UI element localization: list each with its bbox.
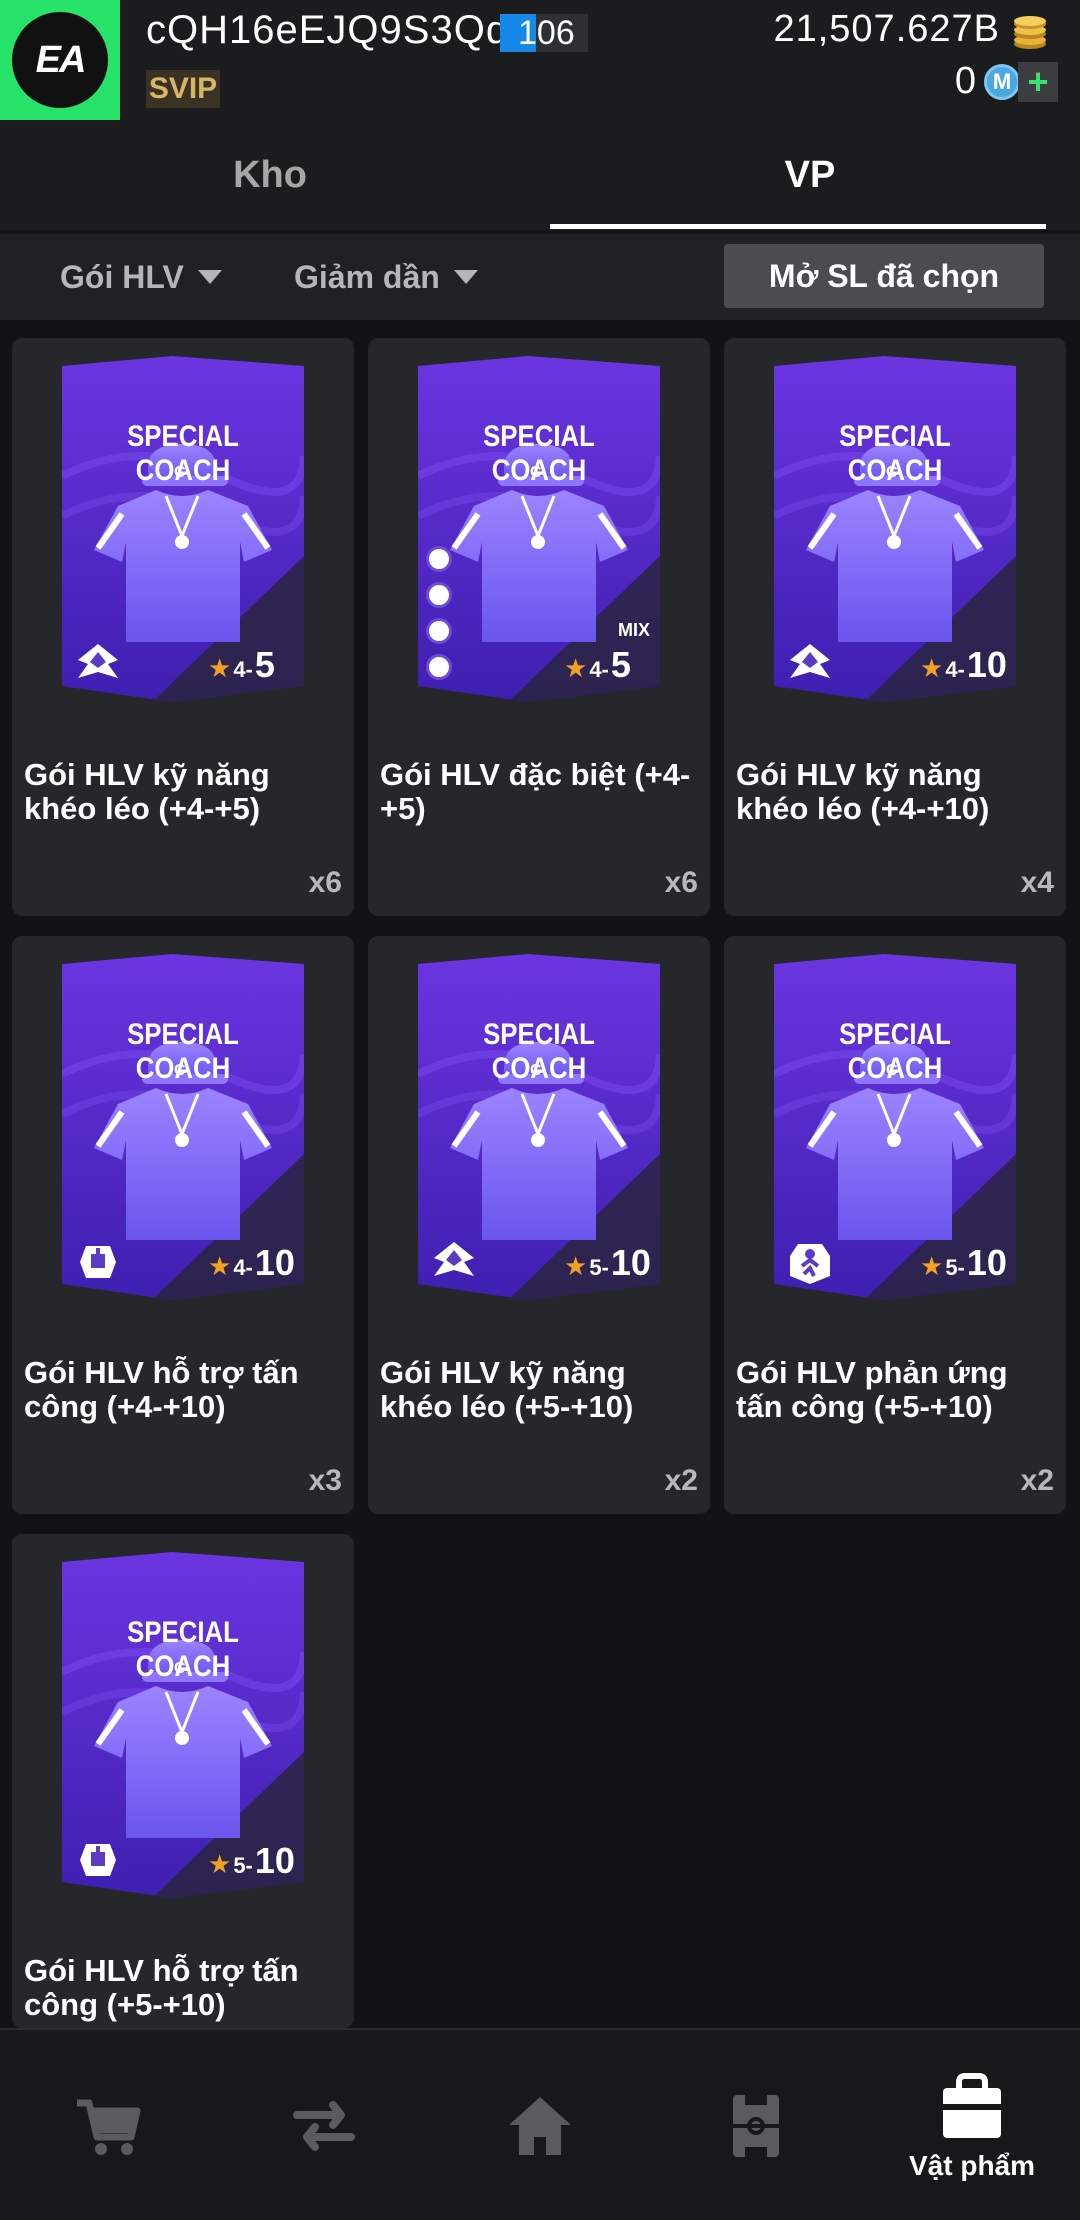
nav-items-label: Vật phẩm xyxy=(908,2150,1036,2181)
range-min: 4- xyxy=(589,657,609,682)
item-name: Gói HLV đặc biệt (+4-+5) xyxy=(380,757,691,826)
item-card[interactable]: SPECIAL COACH C ★ 5- 10 Gói HLV hỗ trợ tấn cô… xyxy=(12,1534,354,2028)
attack-reaction-icon xyxy=(790,1244,830,1284)
m-coin-icon: M xyxy=(984,64,1020,100)
nav-transfer[interactable] xyxy=(216,2030,432,2220)
home-icon xyxy=(509,2097,571,2155)
m-coin-balance: 0 xyxy=(954,60,976,102)
username: cQH16eEJQ9S3Qq xyxy=(146,8,510,52)
transfer-icon xyxy=(293,2101,355,2151)
cap-letter: C xyxy=(174,464,186,481)
cap-letter: C xyxy=(886,1062,898,1079)
range-max: 5 xyxy=(610,644,631,685)
range-min: 5- xyxy=(233,1853,253,1878)
mixed-skills-icon xyxy=(426,546,452,690)
range-min: 5- xyxy=(945,1255,965,1280)
dribble-skill-icon xyxy=(434,1242,474,1276)
range-max: 5 xyxy=(254,644,275,685)
nav-items[interactable]: Vật phẩm xyxy=(864,2030,1080,2220)
cap-letter: C xyxy=(174,1062,186,1079)
star-icon: ★ xyxy=(920,653,944,683)
upgrade-range: ★ 5- 10 xyxy=(920,1242,1007,1284)
bag-icon xyxy=(943,2073,1001,2138)
dribble-skill-icon xyxy=(790,644,830,678)
ea-logo-text: EA xyxy=(12,12,108,108)
item-card[interactable]: SPECIAL COACH C ★ 4- 5 Gói HLV kỹ năng khéo l… xyxy=(12,338,354,916)
type-filter-label: Gói HLV xyxy=(60,258,184,295)
range-max: 10 xyxy=(254,1242,295,1283)
star-icon: ★ xyxy=(208,653,232,683)
range-max: 10 xyxy=(254,1840,295,1881)
cart-icon xyxy=(77,2099,141,2155)
star-icon: ★ xyxy=(564,653,588,683)
item-count: x4 xyxy=(1020,866,1054,899)
item-card[interactable]: SPECIAL COACH C ★ 4- 10 Gói HLV hỗ trợ tấn cô… xyxy=(12,936,354,1514)
attack-support-icon xyxy=(80,1246,116,1278)
chevron-down-icon xyxy=(453,270,478,284)
tab-kho[interactable]: Kho xyxy=(0,120,540,230)
item-name: Gói HLV kỹ năng khéo léo (+4-+10) xyxy=(736,757,990,826)
cap-letter: C xyxy=(174,1660,186,1677)
range-min: 4- xyxy=(233,1255,253,1280)
item-count: x6 xyxy=(308,866,342,899)
dribble-skill-icon xyxy=(78,644,118,678)
vip-badge: SVIP xyxy=(146,70,220,108)
type-filter-dropdown[interactable]: Gói HLV xyxy=(60,234,222,320)
coin-balance: 21,507.627B xyxy=(773,8,1000,50)
item-count: x2 xyxy=(1020,1464,1054,1497)
chevron-down-icon xyxy=(197,270,222,284)
range-max: 10 xyxy=(966,1242,1007,1283)
item-name: Gói HLV kỹ năng khéo léo (+5-+10) xyxy=(380,1355,634,1424)
item-count: x2 xyxy=(664,1464,698,1497)
upgrade-range: ★ 4- 10 xyxy=(208,1242,295,1284)
item-count: x3 xyxy=(308,1464,342,1497)
level-value: 106 xyxy=(518,14,575,52)
upgrade-range: ★ 4- 5 xyxy=(564,644,631,686)
sort-label: Giảm dần xyxy=(294,258,440,295)
star-icon: ★ xyxy=(564,1251,588,1281)
top-header: EA cQH16eEJQ9S3Qq 106 SVIP 21,507.627B 0… xyxy=(0,0,1080,120)
coin-stack-icon xyxy=(1014,16,1046,49)
item-name: Gói HLV hỗ trợ tấn công (+5-+10) xyxy=(24,1953,299,2022)
item-name: Gói HLV hỗ trợ tấn công (+4-+10) xyxy=(24,1355,299,1424)
ea-logo[interactable]: EA xyxy=(0,0,120,120)
star-icon: ★ xyxy=(208,1251,232,1281)
item-card[interactable]: SPECIAL COACH C ★ 5- 10 Gói HLV kỹ năng khéo … xyxy=(368,936,710,1514)
item-count: x6 xyxy=(664,866,698,899)
active-tab-indicator xyxy=(550,224,1046,229)
filter-bar: Gói HLV Giảm dần Mở SL đã chọn xyxy=(0,234,1080,320)
item-card[interactable]: SPECIAL COACH C MIX ★ 4- 5 Gói HLV đặc biệt (+… xyxy=(368,338,710,916)
cap-letter: C xyxy=(886,464,898,481)
cap-letter: C xyxy=(530,464,542,481)
mix-label: MIX xyxy=(618,620,651,640)
bottom-navigation: Vật phẩm xyxy=(0,2028,1080,2220)
tab-vp[interactable]: VP xyxy=(540,120,1080,230)
upgrade-range: ★ 5- 10 xyxy=(208,1840,295,1882)
item-card[interactable]: SPECIAL COACH C ★ 5- 10 Gói HLV phản ứng tấn … xyxy=(724,936,1066,1514)
nav-squad[interactable] xyxy=(648,2030,864,2220)
inventory-tabs: Kho VP xyxy=(0,120,1080,230)
attack-support-icon xyxy=(80,1844,116,1876)
range-min: 4- xyxy=(233,657,253,682)
level-badge: 106 xyxy=(500,14,588,52)
star-icon: ★ xyxy=(920,1251,944,1281)
upgrade-range: ★ 5- 10 xyxy=(564,1242,651,1284)
upgrade-range: ★ 4- 5 xyxy=(208,644,275,686)
nav-shop[interactable] xyxy=(0,2030,216,2220)
nav-home[interactable] xyxy=(432,2030,648,2220)
open-selected-button[interactable]: Mở SL đã chọn xyxy=(724,244,1044,308)
star-icon: ★ xyxy=(208,1849,232,1879)
sort-dropdown[interactable]: Giảm dần xyxy=(294,234,478,320)
upgrade-range: ★ 4- 10 xyxy=(920,644,1007,686)
field-icon xyxy=(733,2095,779,2157)
range-min: 4- xyxy=(945,657,965,682)
range-max: 10 xyxy=(966,644,1007,685)
add-currency-button[interactable]: + xyxy=(1018,62,1058,102)
item-card[interactable]: SPECIAL COACH C ★ 4- 10 Gói HLV kỹ năng khéo … xyxy=(724,338,1066,916)
range-max: 10 xyxy=(610,1242,651,1283)
range-min: 5- xyxy=(589,1255,609,1280)
item-name: Gói HLV phản ứng tấn công (+5-+10) xyxy=(736,1355,1008,1424)
item-name: Gói HLV kỹ năng khéo léo (+4-+5) xyxy=(24,757,270,826)
cap-letter: C xyxy=(530,1062,542,1079)
